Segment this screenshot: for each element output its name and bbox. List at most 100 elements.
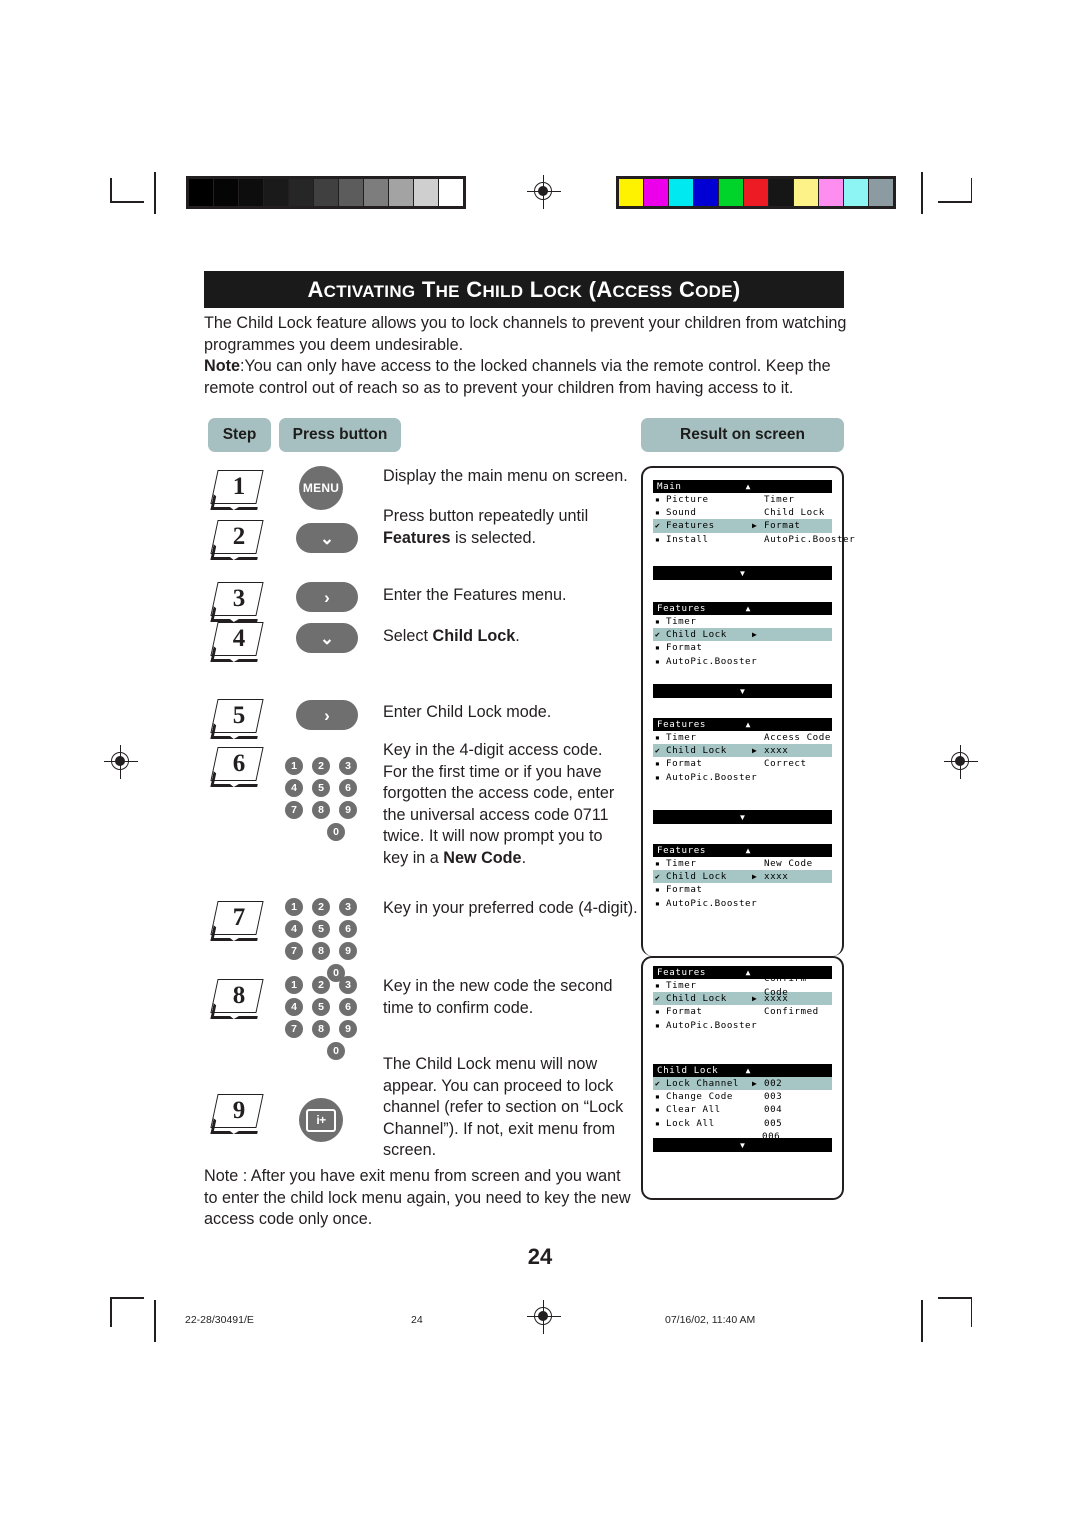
menu-button[interactable]: MENU xyxy=(299,466,343,510)
registration-target-top xyxy=(527,175,561,209)
keypad-key-8[interactable]: 8 xyxy=(312,942,330,960)
osd-menu-item[interactable]: ▪ AutoPic.Booster xyxy=(653,897,832,910)
keypad-key-6[interactable]: 6 xyxy=(339,998,357,1016)
keypad-key-5[interactable]: 5 xyxy=(312,998,330,1016)
step-number-6: 6 xyxy=(232,750,246,777)
cursor-right-button-step5[interactable]: › xyxy=(296,700,358,730)
osd-menu-item[interactable]: ▪ Timer New Code xyxy=(653,857,832,870)
keypad-key-2[interactable]: 2 xyxy=(312,898,330,916)
osd-menu-item[interactable]: ▪ Format Confirmed xyxy=(653,1005,832,1018)
bullet-icon: ▪ xyxy=(655,1105,661,1115)
osd-menu-item[interactable]: ▪ Format Correct xyxy=(653,757,832,770)
keypad-key-7[interactable]: 7 xyxy=(285,801,303,819)
numeric-keypad-step6[interactable]: 123 456 789 0 xyxy=(285,757,363,845)
osd-menu-item[interactable]: ▪ Format xyxy=(653,641,832,654)
osd-screen-6: Child Lock ▲ ✔ Lock Channel ▶ 002 ▪ Change Code… xyxy=(641,1056,844,1200)
osd-menu-item[interactable]: ✔ Features ▶ Format xyxy=(653,519,832,533)
registration-target-bottom xyxy=(527,1300,561,1334)
osd-menu-item[interactable]: ▪ Lock All 005 xyxy=(653,1117,832,1130)
cursor-right-button-step3[interactable]: › xyxy=(296,582,358,612)
scroll-down-bar[interactable]: ▼ xyxy=(653,1138,832,1152)
scroll-up-icon[interactable]: ▲ xyxy=(746,1064,751,1077)
keypad-key-9[interactable]: 9 xyxy=(339,801,357,819)
osd-menu-item[interactable]: ▪ Install AutoPic.Booster xyxy=(653,533,855,546)
numeric-keypad-step7[interactable]: 1234567890 xyxy=(285,898,363,986)
crop-mark-top-right xyxy=(938,178,972,212)
scroll-down-bar[interactable]: ▼ xyxy=(653,684,832,698)
scroll-up-icon[interactable]: ▲ xyxy=(746,480,751,493)
osd-menu-item[interactable]: ✔ Child Lock ▶ xxxx xyxy=(653,992,832,1006)
step-9-instruction: The Child Lock menu will now appear. You… xyxy=(383,1055,624,1159)
keypad-key-1[interactable]: 1 xyxy=(285,757,303,775)
bullet-icon: ▪ xyxy=(655,1020,661,1030)
step-number-1: 1 xyxy=(232,473,246,500)
osd-item-arrow-icon: ▶ xyxy=(752,872,758,882)
osd-menu-item[interactable]: ▪ Sound Child Lock xyxy=(653,506,832,519)
intro-paragraph: The Child Lock feature allows you to loc… xyxy=(204,314,847,354)
osd-menu-title: Features xyxy=(657,718,707,730)
grayscale-swatch xyxy=(389,179,413,206)
osd-menu-item[interactable]: ▪ Change Code 003 xyxy=(653,1090,832,1103)
bullet-icon: ▪ xyxy=(655,981,661,990)
color-swatch xyxy=(619,179,643,206)
check-icon: ✔ xyxy=(655,872,661,882)
keypad-key-0[interactable]: 0 xyxy=(327,1042,345,1060)
keypad-key-2[interactable]: 2 xyxy=(312,757,330,775)
scroll-up-icon[interactable]: ▲ xyxy=(746,718,751,731)
osd-menu-item[interactable]: ▪ AutoPic.Booster xyxy=(653,771,832,784)
osd-menu-item[interactable]: ▪ AutoPic.Booster xyxy=(653,1019,832,1032)
cursor-down-button-step4[interactable]: ⌄ xyxy=(296,623,358,653)
osd-menu-item[interactable]: ▪ Format xyxy=(653,883,832,896)
cursor-down-button[interactable]: ⌄ xyxy=(296,523,358,553)
keypad-key-9[interactable]: 9 xyxy=(339,942,357,960)
keypad-key-9[interactable]: 9 xyxy=(339,1020,357,1038)
scroll-up-icon[interactable]: ▲ xyxy=(746,602,751,615)
keypad-key-4[interactable]: 4 xyxy=(285,779,303,797)
keypad-key-3[interactable]: 3 xyxy=(339,976,357,994)
osd-menu-item[interactable]: ✔ Lock Channel ▶ 002 xyxy=(653,1077,832,1091)
osd-item-value: Timer xyxy=(764,494,795,505)
step-2-text-c: is selected. xyxy=(450,528,536,547)
osd-menu-item[interactable]: ✔ Child Lock ▶ xxxx xyxy=(653,870,832,884)
keypad-key-2[interactable]: 2 xyxy=(312,976,330,994)
bullet-icon: ▪ xyxy=(655,495,661,504)
osd-menu-item[interactable]: ✔ Child Lock ▶ xxxx xyxy=(653,744,832,758)
keypad-key-5[interactable]: 5 xyxy=(312,779,330,797)
keypad-key-8[interactable]: 8 xyxy=(312,801,330,819)
osd-menu-item[interactable]: ▪ Timer xyxy=(653,615,832,628)
scroll-down-bar[interactable]: ▼ xyxy=(653,566,832,580)
keypad-key-7[interactable]: 7 xyxy=(285,942,303,960)
osd-menu-item[interactable]: ▪ Picture Timer xyxy=(653,493,832,506)
osd-menu-item[interactable]: ▪ Timer Confirm Code xyxy=(653,973,832,997)
osd-item-label: Lock Channel xyxy=(666,1078,739,1089)
color-swatch xyxy=(869,179,893,206)
osd-menu-item[interactable]: ✔ Child Lock ▶ xyxy=(653,628,832,642)
osd-item-label: Clear All xyxy=(666,1104,721,1116)
keypad-key-3[interactable]: 3 xyxy=(339,757,357,775)
keypad-key-1[interactable]: 1 xyxy=(285,976,303,994)
keypad-key-4[interactable]: 4 xyxy=(285,920,303,938)
info-exit-button[interactable]: i+ xyxy=(299,1098,343,1142)
numeric-keypad-step8[interactable]: 123 456 789 0 xyxy=(285,976,363,1064)
keypad-key-6[interactable]: 6 xyxy=(339,920,357,938)
keypad-key-8[interactable]: 8 xyxy=(312,1020,330,1038)
keypad-key-1[interactable]: 1 xyxy=(285,898,303,916)
scroll-down-bar[interactable]: ▼ xyxy=(653,810,832,824)
osd-menu-item[interactable]: ▪ AutoPic.Booster xyxy=(653,655,832,668)
osd-menu-item[interactable]: ▪ Clear All 004 xyxy=(653,1103,832,1116)
grayscale-swatch xyxy=(339,179,363,206)
check-icon: ✔ xyxy=(655,994,661,1004)
keypad-key-7[interactable]: 7 xyxy=(285,1020,303,1038)
osd-item-value: Correct xyxy=(764,758,807,770)
step-6-text-bold: New Code xyxy=(443,848,522,867)
osd-menu-item[interactable]: ▪ Timer Access Code xyxy=(653,731,832,744)
keypad-key-5[interactable]: 5 xyxy=(312,920,330,938)
intro-text-block: The Child Lock feature allows you to loc… xyxy=(204,313,852,399)
keypad-key-0[interactable]: 0 xyxy=(327,823,345,841)
scroll-up-icon[interactable]: ▲ xyxy=(746,844,751,857)
keypad-key-4[interactable]: 4 xyxy=(285,998,303,1016)
scroll-up-icon[interactable]: ▲ xyxy=(746,966,751,979)
keypad-key-3[interactable]: 3 xyxy=(339,898,357,916)
column-header-press-button: Press button xyxy=(279,418,401,452)
keypad-key-6[interactable]: 6 xyxy=(339,779,357,797)
